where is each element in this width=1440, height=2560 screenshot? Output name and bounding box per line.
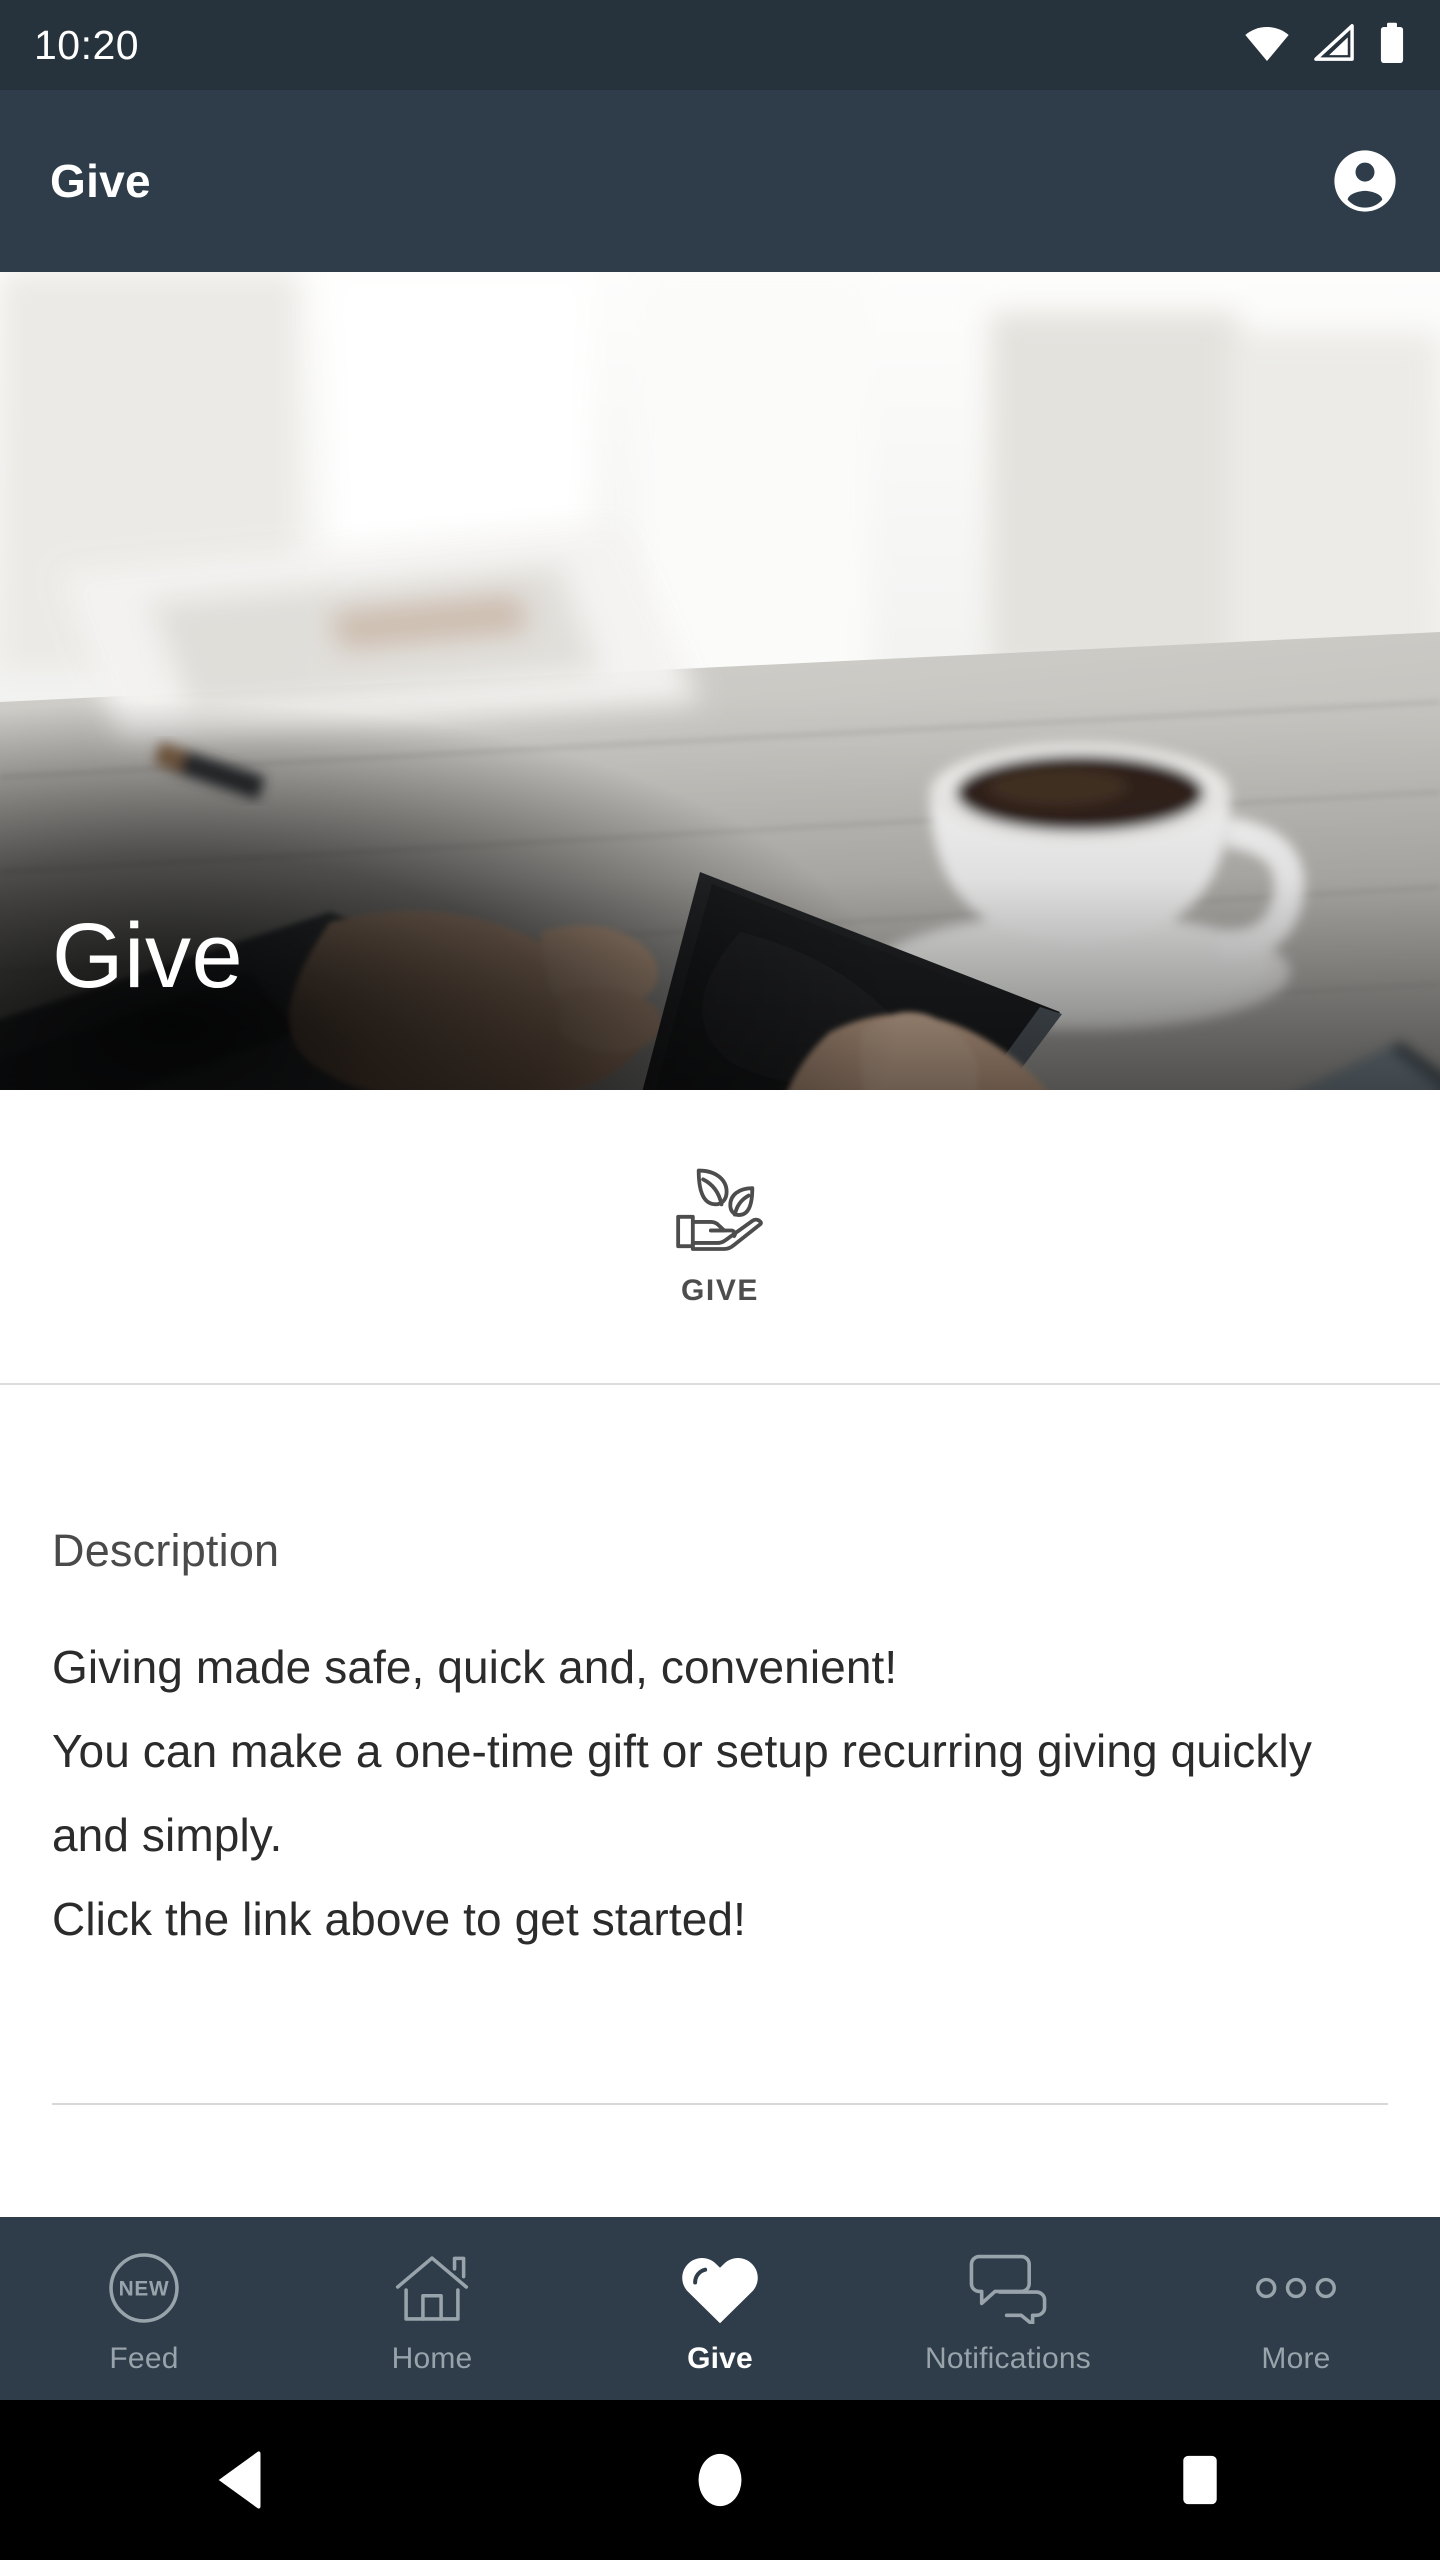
android-navigation-bar — [0, 2400, 1440, 2560]
hero-banner: Give — [0, 272, 1440, 1090]
description-section: Description Giving made safe, quick and,… — [0, 1383, 1440, 1961]
wifi-icon — [1244, 24, 1290, 67]
tile-section: GIVE — [0, 1090, 1440, 1383]
nav-label-give: Give — [687, 2341, 753, 2375]
svg-text:NEW: NEW — [119, 2277, 170, 2300]
bottom-navigation: NEW Feed Home Give Notifications More — [0, 2217, 1440, 2400]
heart-icon — [678, 2250, 762, 2326]
cellular-signal-icon — [1312, 23, 1356, 67]
nav-label-feed: Feed — [109, 2341, 179, 2375]
status-bar: 10:20 — [0, 0, 1440, 90]
nav-item-feed[interactable]: NEW Feed — [0, 2217, 288, 2400]
description-heading: Description — [52, 1525, 280, 1576]
app-bar-title: Give — [50, 155, 151, 207]
nav-label-more: More — [1261, 2341, 1331, 2375]
nav-item-more[interactable]: More — [1152, 2217, 1440, 2400]
app-bar: Give — [0, 90, 1440, 272]
nav-item-home[interactable]: Home — [288, 2217, 576, 2400]
status-icons — [1244, 22, 1406, 69]
nav-label-notifications: Notifications — [924, 2341, 1091, 2375]
tile-label: GIVE — [680, 1274, 760, 1307]
status-time: 10:20 — [34, 21, 140, 68]
description-divider — [52, 2103, 1388, 2105]
nav-item-notifications[interactable]: Notifications — [864, 2217, 1152, 2400]
back-triangle-icon[interactable] — [180, 2420, 300, 2540]
nav-label-home: Home — [391, 2341, 473, 2375]
nav-item-give[interactable]: Give — [576, 2217, 864, 2400]
battery-icon — [1378, 22, 1406, 69]
recents-square-icon[interactable] — [1140, 2420, 1260, 2540]
description-body: Giving made safe, quick and, convenient!… — [52, 1641, 1312, 1945]
hero-title: Give — [52, 905, 244, 1007]
phone-screen: 10:20 Give Give GIVE Description Giving … — [0, 0, 1440, 2560]
house-icon — [393, 2250, 471, 2326]
chat-bubbles-icon — [967, 2250, 1049, 2326]
home-circle-icon[interactable] — [660, 2420, 780, 2540]
hand-with-leaves-icon — [673, 1165, 767, 1256]
new-badge-circle-icon: NEW — [107, 2250, 181, 2326]
give-tile[interactable]: GIVE — [633, 1149, 807, 1324]
three-dots-icon — [1253, 2250, 1339, 2326]
account-circle-icon[interactable] — [1330, 146, 1400, 216]
